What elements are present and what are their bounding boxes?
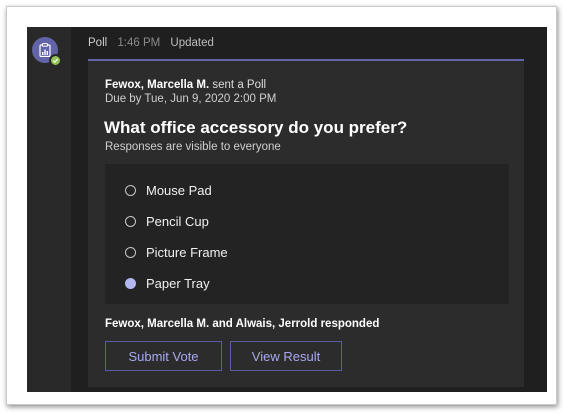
radio-button[interactable]	[125, 246, 136, 258]
poll-option-pencil-cup[interactable]: Pencil Cup	[125, 211, 209, 231]
poll-option-label: Picture Frame	[146, 244, 228, 260]
available-check-icon	[49, 54, 62, 67]
chat-pane: Poll 1:46 PM Updated Fewox, Marcella M. …	[27, 27, 547, 392]
submit-vote-button[interactable]: Submit Vote	[105, 341, 222, 371]
poll-author-line: Fewox, Marcella M. sent a Poll	[105, 78, 266, 93]
poll-action: sent a Poll	[209, 79, 267, 91]
screenshot-frame: Poll 1:46 PM Updated Fewox, Marcella M. …	[6, 6, 557, 405]
poll-option-label: Paper Tray	[146, 275, 210, 291]
poll-option-picture-frame[interactable]: Picture Frame	[125, 242, 228, 262]
poll-option-label: Pencil Cup	[146, 213, 209, 229]
radio-button-selected[interactable]	[125, 277, 136, 289]
view-result-button[interactable]: View Result	[230, 341, 342, 371]
poll-option-paper-tray[interactable]: Paper Tray	[125, 273, 210, 293]
clipboard-poll-icon	[39, 43, 51, 57]
poll-visibility-note: Responses are visible to everyone	[105, 141, 281, 153]
poll-author: Fewox, Marcella M.	[105, 79, 210, 91]
poll-due-date: Due by Tue, Jun 9, 2020 2:00 PM	[105, 93, 277, 105]
responders-summary: Fewox, Marcella M. and Alwais, Jerrold r…	[105, 318, 380, 330]
message-timestamp: 1:46 PM	[117, 37, 161, 49]
radio-button[interactable]	[125, 215, 136, 227]
message-status: Updated	[170, 37, 214, 49]
poll-option-label: Mouse Pad	[146, 182, 212, 198]
message-header: Poll 1:46 PM Updated	[88, 37, 214, 49]
poll-option-mouse-pad[interactable]: Mouse Pad	[125, 180, 212, 200]
poll-options: Mouse Pad Pencil Cup Picture Frame Paper…	[105, 164, 509, 304]
avatar-gutter	[27, 27, 71, 392]
poll-card: Fewox, Marcella M. sent a Poll Due by Tu…	[88, 59, 524, 387]
radio-button[interactable]	[125, 184, 136, 196]
poll-question: What office accessory do you prefer?	[104, 118, 408, 137]
message-sender[interactable]: Poll	[88, 37, 107, 49]
